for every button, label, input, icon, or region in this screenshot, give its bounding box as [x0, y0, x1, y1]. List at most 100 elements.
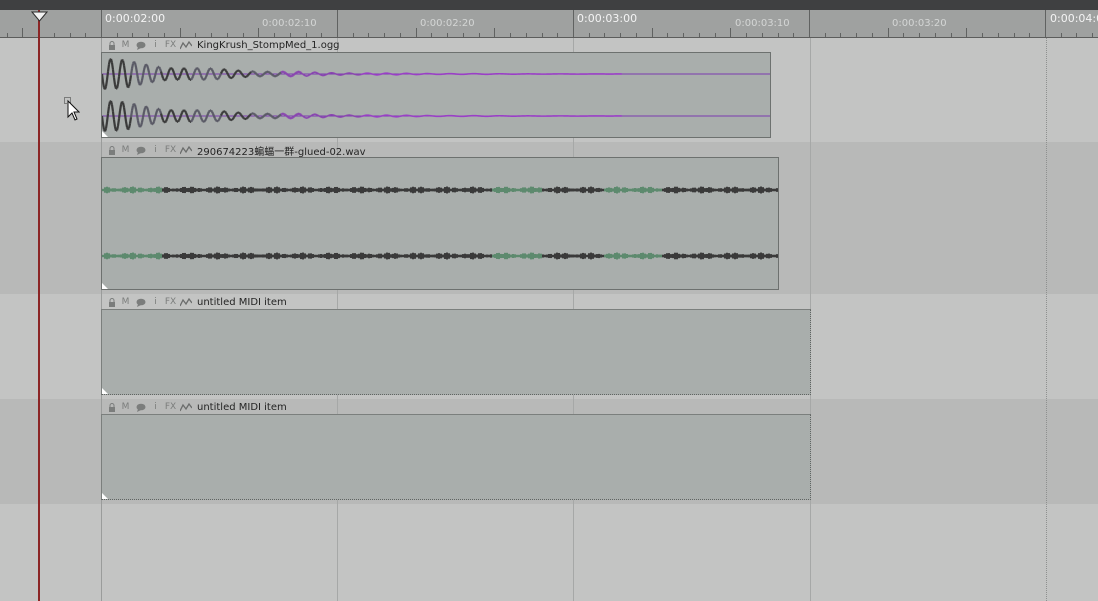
- ruler-label: 0:00:03:20: [892, 18, 947, 29]
- fx-button[interactable]: FX: [164, 144, 177, 156]
- ruler-tick: [7, 33, 8, 37]
- ruler-tick: [1029, 33, 1030, 37]
- mute-button[interactable]: M: [119, 401, 132, 413]
- comment-icon[interactable]: [134, 296, 147, 308]
- envelope-icon[interactable]: [179, 401, 192, 413]
- envelope-icon[interactable]: [179, 144, 192, 156]
- timeline-ruler[interactable]: 0:00:02:00 0:00:02:10 0:00:02:20 0:00:03…: [0, 10, 1098, 38]
- audio-item[interactable]: [101, 157, 779, 290]
- ruler-tick: [683, 33, 684, 37]
- item-header[interactable]: M i FX 290674223蝙蝠一群-glued-02.wav: [107, 143, 366, 158]
- mute-button[interactable]: M: [119, 39, 132, 51]
- envelope-icon[interactable]: [179, 296, 192, 308]
- ruler-label: 0:00:03:00: [577, 12, 638, 25]
- ruler-tick: [510, 33, 511, 37]
- ruler-label: 0:00:02:10: [262, 18, 317, 29]
- mouse-pointer-icon: [64, 97, 80, 121]
- mute-button[interactable]: M: [119, 144, 132, 156]
- lock-icon[interactable]: [107, 144, 117, 156]
- ruler-tick: [85, 33, 86, 37]
- envelope-icon[interactable]: [179, 39, 192, 51]
- edit-cursor-marker-icon[interactable]: [31, 11, 48, 22]
- item-name: untitled MIDI item: [197, 401, 287, 413]
- lock-icon[interactable]: [107, 39, 117, 51]
- ruler-tick: [935, 33, 936, 37]
- top-strip: [0, 0, 1098, 10]
- info-button[interactable]: i: [149, 401, 162, 413]
- waveform: [102, 186, 778, 260]
- lock-icon[interactable]: [107, 401, 117, 413]
- ruler-tick: [101, 10, 102, 37]
- ruler-label: 0:00:04:0: [1050, 12, 1098, 25]
- ruler-tick: [274, 33, 275, 37]
- ruler-tick: [258, 28, 259, 37]
- ruler-tick: [1092, 33, 1093, 37]
- item-corner-handle[interactable]: [102, 493, 108, 499]
- ruler-tick: [746, 33, 747, 37]
- item-corner-handle[interactable]: [102, 388, 108, 394]
- ruler-tick: [1076, 33, 1077, 37]
- ruler-tick: [620, 33, 621, 37]
- ruler-tick: [762, 33, 763, 37]
- item-corner-handle[interactable]: [102, 283, 108, 289]
- comment-icon[interactable]: [134, 144, 147, 156]
- info-button[interactable]: i: [149, 144, 162, 156]
- ruler-tick: [22, 28, 23, 37]
- fx-button[interactable]: FX: [164, 39, 177, 51]
- track-lane-empty[interactable]: [0, 504, 1098, 601]
- ruler-tick: [447, 33, 448, 37]
- ruler-tick: [840, 33, 841, 37]
- mute-button[interactable]: M: [119, 296, 132, 308]
- ruler-tick: [825, 33, 826, 37]
- ruler-tick: [243, 33, 244, 37]
- ruler-tick: [164, 33, 165, 37]
- ruler-tick: [715, 33, 716, 37]
- item-header[interactable]: M i FX untitled MIDI item: [107, 295, 287, 309]
- ruler-tick: [211, 33, 212, 37]
- fx-button[interactable]: FX: [164, 401, 177, 413]
- ruler-tick: [70, 33, 71, 37]
- ruler-tick: [479, 33, 480, 37]
- item-header[interactable]: M i FX untitled MIDI item: [107, 400, 287, 414]
- comment-icon[interactable]: [134, 39, 147, 51]
- ruler-tick: [337, 10, 338, 37]
- ruler-tick: [148, 33, 149, 37]
- midi-item[interactable]: [101, 414, 811, 500]
- ruler-tick: [321, 33, 322, 37]
- ruler-tick: [809, 10, 810, 37]
- ruler-tick: [180, 28, 181, 37]
- ruler-label: 0:00:02:20: [420, 18, 475, 29]
- ruler-tick: [54, 33, 55, 37]
- item-header[interactable]: M i FX KingKrush_StompMed_1.ogg: [107, 38, 340, 52]
- info-button[interactable]: i: [149, 39, 162, 51]
- comment-icon[interactable]: [134, 401, 147, 413]
- arrange-view[interactable]: 0:00:02:00 0:00:02:10 0:00:02:20 0:00:03…: [0, 0, 1098, 601]
- ruler-tick: [195, 33, 196, 37]
- ruler-tick: [793, 33, 794, 37]
- ruler-tick: [368, 33, 369, 37]
- midi-item[interactable]: [101, 309, 811, 395]
- edit-cursor[interactable]: [38, 10, 40, 601]
- ruler-tick: [1014, 33, 1015, 37]
- ruler-tick: [227, 33, 228, 37]
- ruler-tick: [998, 33, 999, 37]
- ruler-tick: [416, 28, 417, 37]
- item-corner-handle[interactable]: [102, 131, 108, 137]
- item-name: KingKrush_StompMed_1.ogg: [197, 39, 340, 51]
- audio-item[interactable]: [101, 52, 771, 138]
- ruler-tick: [463, 33, 464, 37]
- ruler-tick: [306, 33, 307, 37]
- ruler-tick: [290, 33, 291, 37]
- ruler-tick: [778, 33, 779, 37]
- item-name: untitled MIDI item: [197, 296, 287, 308]
- ruler-tick: [903, 33, 904, 37]
- lock-icon[interactable]: [107, 296, 117, 308]
- ruler-tick: [1045, 10, 1046, 37]
- ruler-tick: [699, 33, 700, 37]
- ruler-tick: [431, 33, 432, 37]
- ruler-tick: [872, 33, 873, 37]
- waveform: [102, 57, 770, 132]
- fx-button[interactable]: FX: [164, 296, 177, 308]
- ruler-tick: [652, 28, 653, 37]
- info-button[interactable]: i: [149, 296, 162, 308]
